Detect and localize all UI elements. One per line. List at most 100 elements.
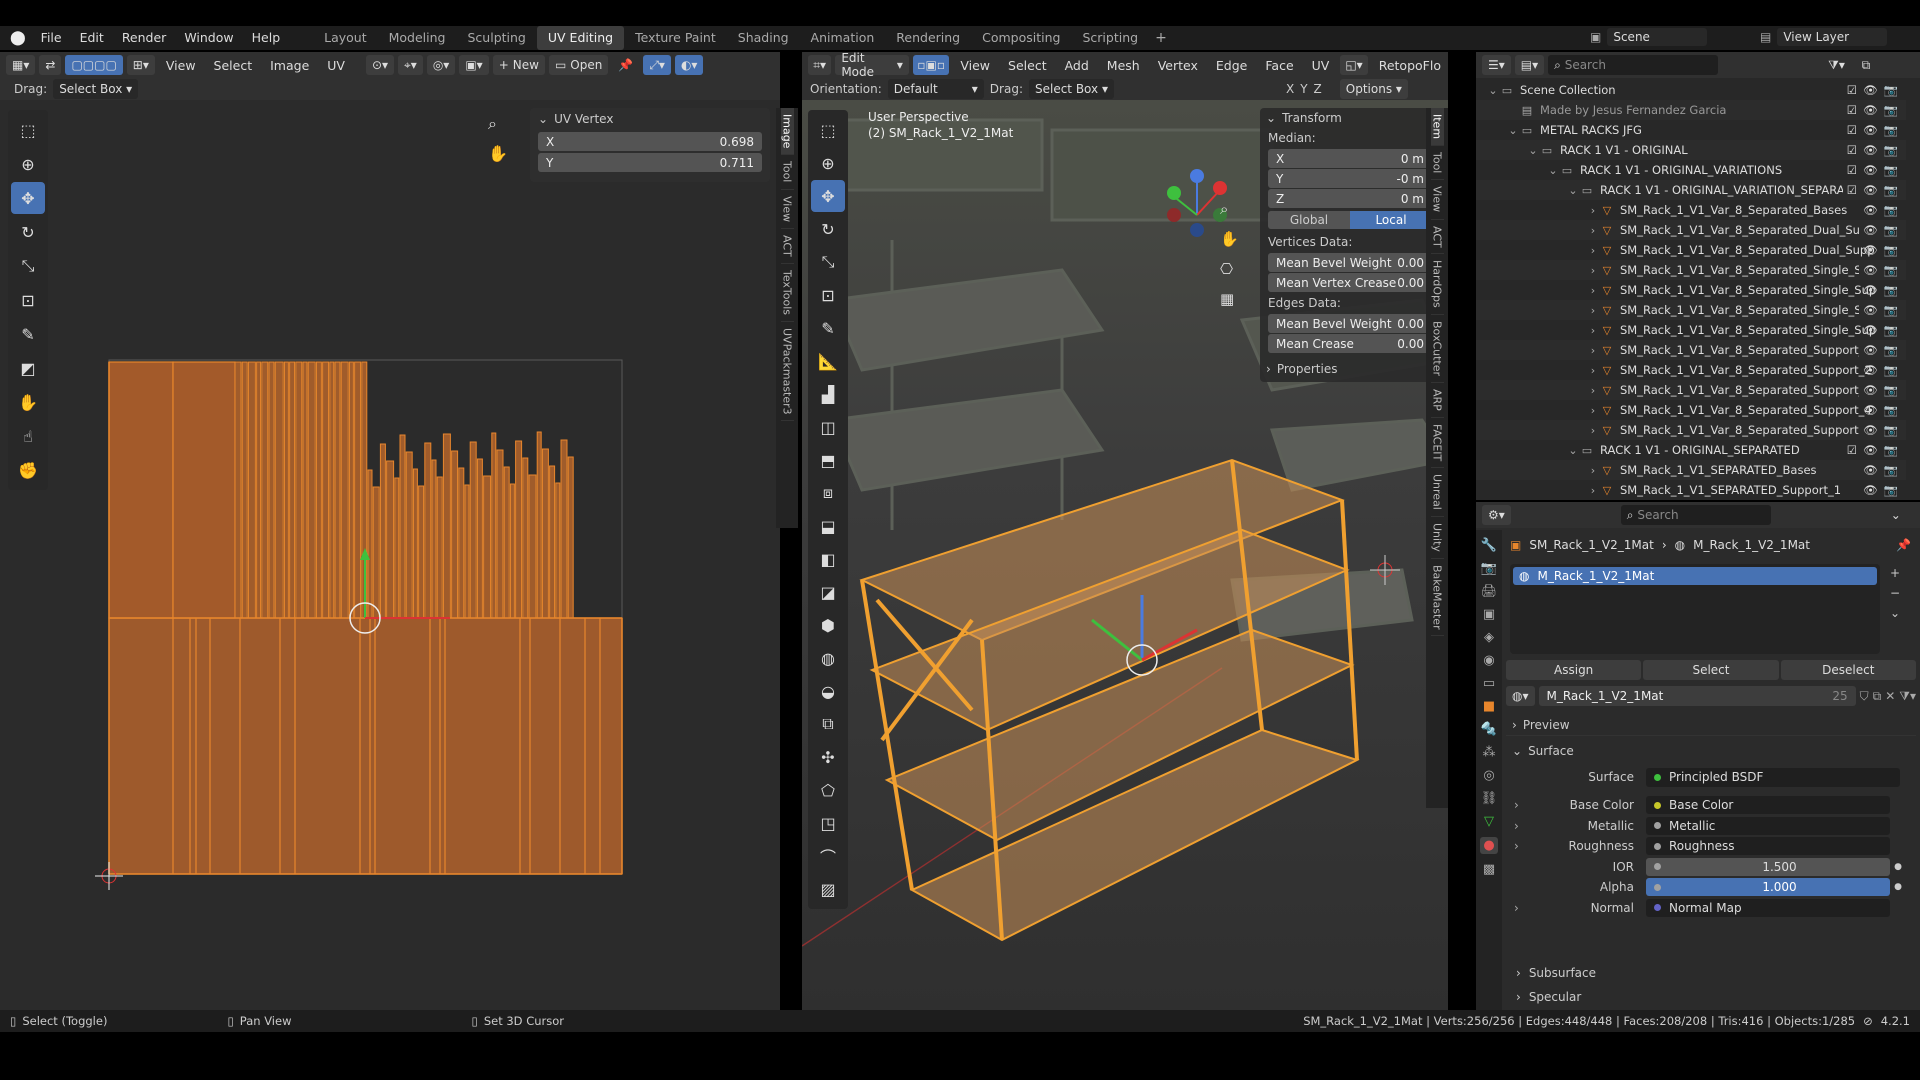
output-tab-icon[interactable]: 🖨 <box>1481 584 1498 599</box>
preview-panel[interactable]: › Preview <box>1506 714 1916 736</box>
tab-view-3d[interactable]: View <box>1430 180 1444 220</box>
collapse-chevron-icon[interactable]: ⌄ <box>1526 144 1540 157</box>
camera-icon[interactable]: 📷 <box>1884 463 1898 477</box>
eye-icon[interactable]: 👁 <box>1863 403 1878 417</box>
fake-user-icon[interactable]: ⛉ <box>1860 689 1869 704</box>
grease-pencil-tool-icon[interactable]: ▟ <box>811 378 845 410</box>
eye-icon[interactable]: 👁 <box>1863 383 1878 397</box>
select-box-tool-icon[interactable]: ⬚ <box>11 114 45 146</box>
overlay-icon[interactable]: ◐▾ <box>674 55 704 75</box>
outliner-row[interactable]: › ▽ SM_Rack_1_V1_Var_8_Separated_Support_2… <box>1476 360 1906 380</box>
loop-cut-tool-icon[interactable]: ◧ <box>811 543 845 575</box>
outliner-row[interactable]: ▤ Made by Jesus Fernandez Garcia ☑ 👁 📷 <box>1476 100 1906 120</box>
pivot-icon[interactable]: ⊙▾ <box>365 55 395 75</box>
camera-icon[interactable]: 📷 <box>1884 183 1898 197</box>
tab-view[interactable]: View <box>780 190 794 229</box>
new-collection-icon[interactable]: ⧉ <box>1855 55 1877 75</box>
tool-tab-icon[interactable]: 🔧 <box>1481 538 1497 553</box>
tab-texture-paint[interactable]: Texture Paint <box>624 26 727 50</box>
input-field[interactable]: 1.500 <box>1646 857 1890 876</box>
view-layer-tab-icon[interactable]: ▣ <box>1483 607 1495 622</box>
expand-chevron-icon[interactable]: › <box>1586 424 1600 437</box>
material-name-field[interactable]: M_Rack_1_V2_1Mat 25 <box>1538 686 1856 706</box>
rotate-tool-3d-icon[interactable]: ↻ <box>811 213 845 245</box>
properties-editor-type[interactable]: ⚙▾ <box>1482 505 1511 525</box>
input-field[interactable]: Base Color <box>1646 796 1890 814</box>
scene-tab-icon[interactable]: ◈ <box>1484 630 1494 645</box>
menu-help[interactable]: Help <box>243 26 290 50</box>
select-mode-buttons-3d[interactable]: ▫▣▫ <box>912 55 950 75</box>
collapse-chevron-icon[interactable]: ⌄ <box>1566 184 1580 197</box>
mode-selector[interactable]: Edit Mode ▾ <box>835 51 909 79</box>
eye-icon[interactable]: 👁 <box>1863 123 1878 137</box>
input-expand-icon[interactable]: › <box>1506 819 1526 833</box>
eye-icon[interactable]: 👁 <box>1863 443 1878 457</box>
menu-add[interactable]: Add <box>1058 58 1096 73</box>
menu-edge[interactable]: Edge <box>1209 58 1254 73</box>
relax-tool-icon[interactable]: ☝ <box>11 420 45 452</box>
tab-unreal[interactable]: Unreal <box>1430 468 1444 517</box>
collapse-chevron-icon[interactable]: ⌄ <box>1566 444 1580 457</box>
tab-faceit[interactable]: FACEIT <box>1430 418 1444 469</box>
uv-y-field[interactable]: Y 0.711 <box>538 153 762 172</box>
keyframe-dot-icon[interactable]: ● <box>1890 882 1906 892</box>
proportional-icon[interactable]: ◎▾ <box>426 55 456 75</box>
eye-icon[interactable]: 👁 <box>1863 243 1878 257</box>
properties-options-icon[interactable]: ⌄ <box>1885 505 1907 525</box>
add-cube-tool-icon[interactable]: ◫ <box>811 411 845 443</box>
rip-tool-3d-icon[interactable]: ◳ <box>811 807 845 839</box>
median-x-field[interactable]: X 0 m <box>1268 149 1432 168</box>
menu-uv[interactable]: UV <box>320 58 352 73</box>
shrink-tool-icon[interactable]: ✣ <box>811 741 845 773</box>
pin-icon[interactable]: 📌 <box>612 55 639 75</box>
viewport-editor-type[interactable]: ⌗▾ <box>808 55 832 75</box>
tab-tool[interactable]: Tool <box>780 155 794 190</box>
sticky-mode-button[interactable]: ⊞▾ <box>126 55 155 75</box>
select-mode-buttons[interactable]: ▢▢▢▢ <box>65 55 123 75</box>
cursor-tool-3d-icon[interactable]: ⊕ <box>811 147 845 179</box>
pin-properties-icon[interactable]: 📌 <box>1896 538 1911 552</box>
new-image-button[interactable]: + New <box>492 55 545 75</box>
checkbox-icon[interactable]: ☑ <box>1847 183 1857 197</box>
annotate-tool-icon[interactable]: ✎ <box>11 318 45 350</box>
knife-tool-icon[interactable]: ◪ <box>811 576 845 608</box>
eye-icon[interactable]: 👁 <box>1863 203 1878 217</box>
tab-rendering[interactable]: Rendering <box>885 26 971 50</box>
expand-chevron-icon[interactable]: › <box>1586 344 1600 357</box>
eye-icon[interactable]: 👁 <box>1863 223 1878 237</box>
image-tool-icon[interactable]: ▨ <box>811 873 845 905</box>
eye-icon[interactable]: 👁 <box>1863 363 1878 377</box>
collapse-chevron-icon[interactable]: ⌄ <box>538 112 548 126</box>
properties-expand-icon[interactable]: › <box>1266 362 1271 376</box>
eye-icon[interactable]: 👁 <box>1863 323 1878 337</box>
camera-icon[interactable]: 📷 <box>1884 363 1898 377</box>
material-tab-icon[interactable]: ● <box>1480 837 1498 854</box>
camera-icon[interactable]: 📷 <box>1884 263 1898 277</box>
tab-act[interactable]: ACT <box>780 229 794 264</box>
outliner-row[interactable]: › ▽ SM_Rack_1_V1_Var_8_Separated_Dual_Supp… <box>1476 220 1906 240</box>
move-tool-icon[interactable]: ✥ <box>11 182 45 214</box>
outliner-row[interactable]: › ▽ SM_Rack_1_V1_Var_8_Separated_Single_Su… <box>1476 280 1906 300</box>
menu-select[interactable]: Select <box>207 58 260 73</box>
outliner-row[interactable]: › ▽ SM_Rack_1_V1_SEPARATED_Support_1 👁 📷 <box>1476 480 1906 500</box>
eye-icon[interactable]: 👁 <box>1863 483 1878 497</box>
data-tab-icon[interactable]: ▽ <box>1484 814 1494 829</box>
eye-icon[interactable]: 👁 <box>1863 343 1878 357</box>
camera-icon[interactable]: 📷 <box>1884 323 1898 337</box>
eye-icon[interactable]: 👁 <box>1863 103 1878 117</box>
camera-icon[interactable]: 📷 <box>1884 423 1898 437</box>
pan-view-icon[interactable]: ✋ <box>488 144 508 163</box>
camera-icon[interactable]: 📷 <box>1884 483 1898 497</box>
properties-subpanel-label[interactable]: Properties <box>1277 362 1338 376</box>
expand-chevron-icon[interactable]: › <box>1586 204 1600 217</box>
outliner-row[interactable]: › ▽ SM_Rack_1_V1_Var_8_Separated_Dual_Supp… <box>1476 240 1906 260</box>
expand-chevron-icon[interactable]: › <box>1586 484 1600 497</box>
outliner-row[interactable]: › ▽ SM_Rack_1_V1_Var_8_Separated_Support_4… <box>1476 400 1906 420</box>
input-expand-icon[interactable]: › <box>1506 798 1526 812</box>
expand-chevron-icon[interactable]: › <box>1586 284 1600 297</box>
collapse-chevron-icon[interactable]: ⌄ <box>1546 164 1560 177</box>
expand-chevron-icon[interactable]: › <box>1586 384 1600 397</box>
outliner-row[interactable]: ⌄ ▭ RACK 1 V1 - ORIGINAL_VARIATIONS ☑ 👁 📷 <box>1476 160 1906 180</box>
image-browse-icon[interactable]: ▣▾ <box>459 55 489 75</box>
eye-icon[interactable]: 👁 <box>1863 163 1878 177</box>
